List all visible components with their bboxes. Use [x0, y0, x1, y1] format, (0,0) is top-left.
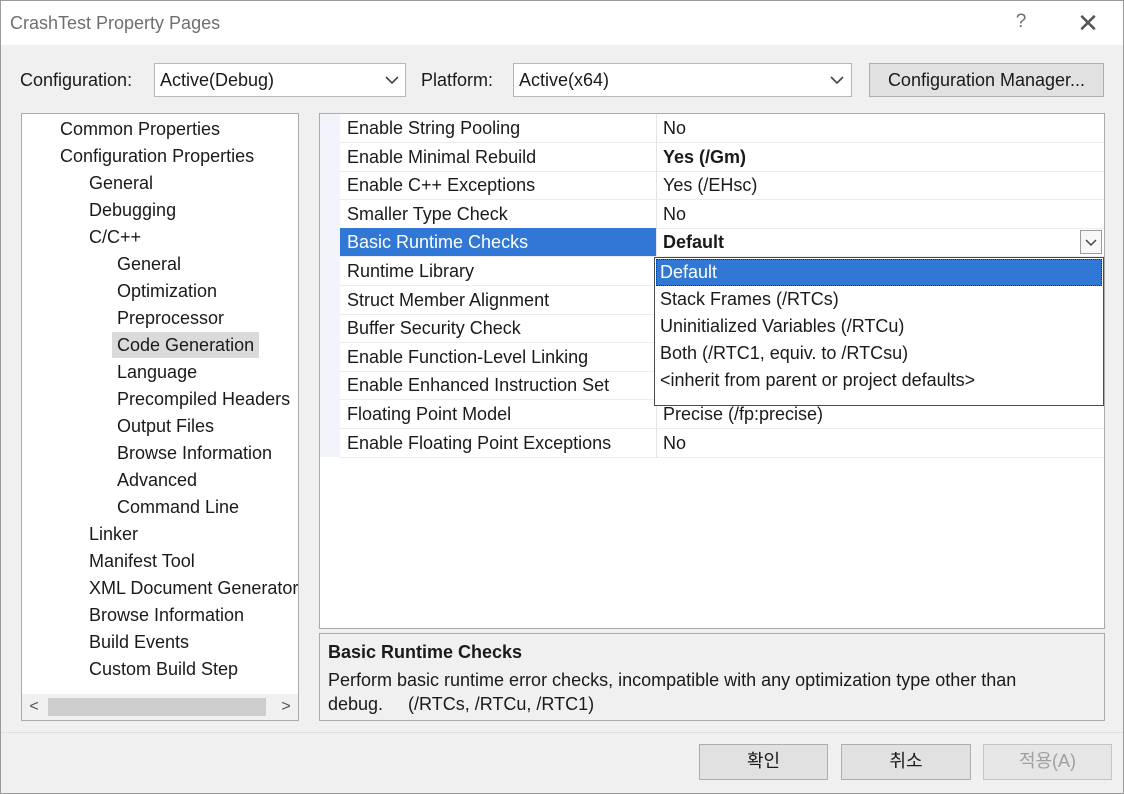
description-title: Basic Runtime Checks — [328, 642, 523, 662]
property-row[interactable]: Basic Runtime Checks Default — [340, 228, 1104, 258]
help-icon[interactable]: ? — [1011, 11, 1031, 35]
apply-button[interactable]: 적용(A) — [983, 744, 1112, 780]
tree-item[interactable]: Precompiled Headers — [112, 386, 295, 412]
category-tree: Common Properties Configuration Propertie… — [21, 113, 299, 721]
property-name: Enable Function-Level Linking — [347, 346, 589, 367]
property-name: Enable C++ Exceptions — [347, 175, 536, 196]
tree-item[interactable]: General — [84, 170, 158, 196]
close-icon[interactable]: ✕ — [1071, 7, 1105, 39]
tree-item[interactable]: Custom Build Step — [84, 656, 243, 682]
configuration-manager-button[interactable]: Configuration Manager... — [869, 63, 1104, 97]
chevron-down-icon — [830, 76, 844, 85]
chevron-down-icon — [1085, 239, 1097, 247]
tree-item[interactable]: Build Events — [84, 629, 194, 655]
cancel-button[interactable]: 취소 — [841, 744, 971, 780]
property-name: Enable Enhanced Instruction Set — [347, 375, 610, 396]
tree-horizontal-scrollbar[interactable]: < > — [22, 694, 298, 720]
tree-item[interactable]: Code Generation — [112, 332, 260, 358]
property-name: Smaller Type Check — [347, 203, 508, 224]
property-name: Enable Minimal Rebuild — [347, 146, 537, 167]
property-value[interactable]: Yes (/EHsc) — [656, 171, 1104, 200]
grid-gutter — [320, 114, 340, 457]
property-value[interactable]: No — [656, 114, 1104, 142]
tree-item[interactable]: Manifest Tool — [84, 548, 200, 574]
dropdown-option[interactable]: Default — [656, 259, 1102, 286]
tree-item[interactable]: Configuration Properties — [55, 143, 259, 169]
property-pages-dialog: CrashTest Property Pages ? ✕ Configurati… — [0, 0, 1124, 794]
property-name: Floating Point Model — [347, 404, 512, 424]
configuration-combo[interactable]: Active(Debug) — [154, 63, 406, 97]
tree-item[interactable]: Linker — [84, 521, 143, 547]
description-body: Perform basic runtime error checks, inco… — [328, 670, 1017, 714]
property-name: Enable Floating Point Exceptions — [347, 432, 612, 453]
tree-item[interactable]: Advanced — [112, 467, 202, 493]
scrollbar-thumb[interactable] — [48, 698, 266, 716]
description-panel: Basic Runtime Checks Perform basic runti… — [319, 633, 1105, 721]
tree-item[interactable]: Output Files — [112, 413, 219, 439]
tree-item[interactable]: Debugging — [84, 197, 181, 223]
separator — [1, 732, 1123, 733]
dropdown-toggle-button[interactable] — [1080, 230, 1102, 255]
tree-item[interactable]: XML Document Generator — [84, 575, 298, 601]
tree-item[interactable]: Common Properties — [55, 116, 225, 142]
property-row[interactable]: Enable Minimal Rebuild Yes (/Gm) — [340, 142, 1104, 172]
property-row[interactable]: Enable String Pooling No — [340, 114, 1104, 143]
scroll-left-icon[interactable]: < — [24, 696, 44, 718]
property-row[interactable]: Enable C++ Exceptions Yes (/EHsc) — [340, 171, 1104, 201]
property-name: Struct Member Alignment — [347, 289, 550, 310]
chevron-down-icon — [385, 76, 399, 85]
configuration-label: Configuration: — [20, 70, 133, 90]
tree-item[interactable]: Browse Information — [84, 602, 249, 628]
dropdown-option[interactable]: Uninitialized Variables (/RTCu) — [656, 313, 1102, 340]
property-value[interactable]: No — [656, 199, 1104, 228]
tree-item[interactable]: C/C++ — [84, 224, 146, 250]
property-name: Basic Runtime Checks — [340, 228, 656, 257]
scroll-right-icon[interactable]: > — [276, 696, 296, 718]
property-value[interactable]: Default — [656, 228, 1104, 257]
title-bar: CrashTest Property Pages ? ✕ — [1, 1, 1123, 45]
dropdown-option[interactable]: Both (/RTC1, equiv. to /RTCsu) — [656, 340, 1102, 367]
tree-item[interactable]: Language — [112, 359, 202, 385]
property-name: Buffer Security Check — [347, 318, 521, 339]
platform-value: Active(x64) — [519, 70, 610, 90]
tree-item[interactable]: General — [112, 251, 186, 277]
tree-item[interactable]: Command Line — [112, 494, 244, 520]
runtime-checks-dropdown-list[interactable]: Default Stack Frames (/RTCs) Uninitialized… — [654, 257, 1104, 406]
window-title: CrashTest Property Pages — [10, 13, 221, 33]
property-row[interactable]: Enable Floating Point Exceptions No — [340, 428, 1104, 458]
property-name: Enable String Pooling — [347, 118, 521, 138]
ok-button[interactable]: 확인 — [699, 744, 828, 780]
tree-item[interactable]: Browse Information — [112, 440, 277, 466]
property-name: Runtime Library — [347, 261, 475, 281]
platform-combo[interactable]: Active(x64) — [513, 63, 852, 97]
configuration-value: Active(Debug) — [160, 70, 275, 90]
tree-item[interactable]: Optimization — [112, 278, 222, 304]
tree-item[interactable]: Preprocessor — [112, 305, 229, 331]
dropdown-option[interactable]: <inherit from parent or project defaults… — [656, 367, 1102, 394]
platform-label: Platform: — [421, 70, 494, 90]
dropdown-option[interactable]: Stack Frames (/RTCs) — [656, 286, 1102, 313]
property-value[interactable]: Yes (/Gm) — [656, 142, 1104, 171]
property-value[interactable]: No — [656, 428, 1104, 457]
property-row[interactable]: Smaller Type Check No — [340, 199, 1104, 229]
